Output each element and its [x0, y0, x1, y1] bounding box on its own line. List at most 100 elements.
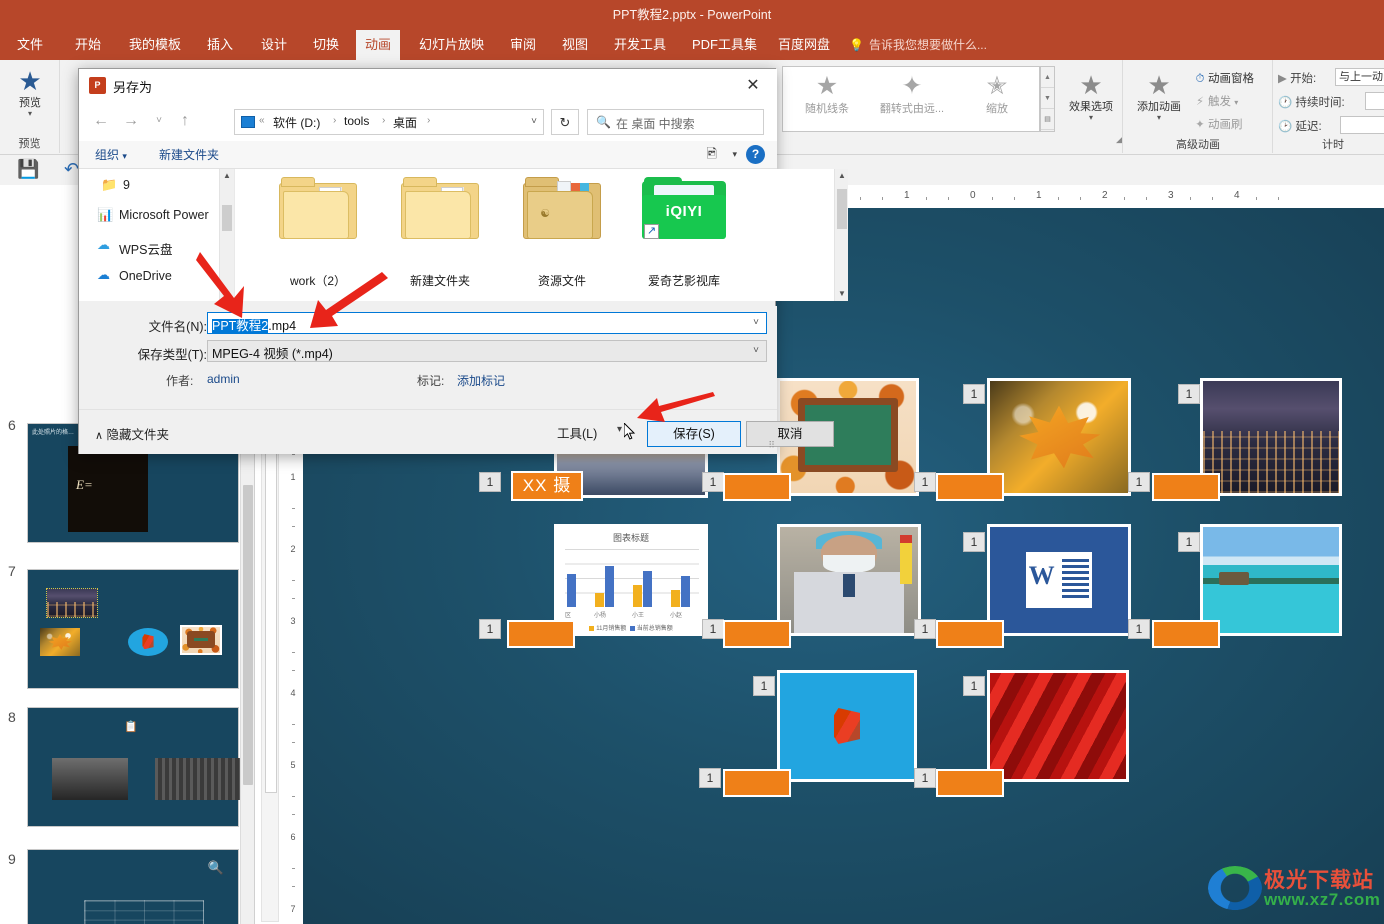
tags-value[interactable]: 添加标记 — [457, 372, 505, 389]
filename-chevron-down-icon[interactable]: ˅ — [753, 317, 759, 328]
orange-bar-maple[interactable] — [936, 473, 1004, 501]
animation-painter-button[interactable]: ✦ 动画刷 — [1192, 116, 1242, 132]
help-icon[interactable]: ? — [746, 145, 765, 164]
file-scroll-thumb[interactable] — [837, 189, 847, 229]
address-dropdown-chevron-icon[interactable]: ˅ — [531, 116, 537, 127]
breadcrumb-item-2[interactable]: 桌面 — [393, 114, 417, 131]
slide-thumbnail-9[interactable]: 🔍 — [27, 849, 239, 924]
nav-item-9[interactable]: 9 — [123, 178, 130, 192]
badge-mountain-right[interactable]: 1 — [702, 472, 724, 492]
red-silk-photo[interactable] — [987, 670, 1129, 782]
badge-office-left2[interactable]: 1 — [699, 768, 721, 788]
badge-chart-left2[interactable]: 1 — [479, 619, 501, 639]
cancel-button[interactable]: 取消 — [746, 421, 834, 447]
city-night-photo[interactable] — [1200, 378, 1342, 496]
badge-word-left[interactable]: 1 — [963, 532, 985, 552]
delay-value-input[interactable] — [1340, 116, 1384, 134]
badge-mountain-left[interactable]: 1 — [479, 472, 501, 492]
file-scroll-up-icon[interactable]: ▲ — [835, 169, 849, 183]
nav-scroll-thumb[interactable] — [222, 205, 232, 231]
savetype-select[interactable]: MPEG-4 视频 (*.mp4) ˅ — [207, 340, 767, 362]
slide-thumbnail-7[interactable] — [27, 569, 239, 689]
add-animation-button[interactable]: ★ 添加动画 ▾ — [1128, 70, 1190, 122]
beach-photo[interactable] — [1200, 524, 1342, 636]
doctor-photo[interactable] — [777, 524, 921, 636]
nav-item-microsoft-powerpoint[interactable]: Microsoft Power — [119, 208, 209, 222]
gallery-scroll-down-icon[interactable]: ▼ — [1041, 88, 1054, 109]
nav-item-wps-cloud[interactable]: WPS云盘 — [119, 239, 172, 258]
tab-animations[interactable]: 动画 — [356, 30, 401, 60]
tab-view[interactable]: 视图 — [553, 30, 597, 60]
file-item-iqiyi[interactable]: iQIYI ↗ 爱奇艺影视库 — [629, 177, 739, 295]
tab-pdf-tools[interactable]: PDF工具集 — [683, 30, 766, 60]
orange-bar-chart[interactable] — [507, 620, 575, 648]
animation-zoom[interactable]: ✭ 缩放 — [955, 69, 1039, 116]
animation-gallery[interactable]: ★ 随机线条 ✦ 翻转式由远... ✭ 缩放 — [782, 66, 1040, 132]
refresh-button[interactable]: ↻ — [551, 109, 579, 135]
address-bar[interactable]: « 软件 (D:) › tools › 桌面 › ˅ — [234, 109, 544, 135]
preview-button[interactable]: ★ 预览 ▾ — [2, 66, 58, 118]
tab-baidu-netdisk[interactable]: 百度网盘 — [769, 30, 839, 60]
effect-options-button[interactable]: ★ 效果选项 ▾ — [1060, 70, 1122, 122]
breadcrumb-item-0[interactable]: 软件 (D:) — [273, 114, 320, 131]
thumbnail-scroll-thumb[interactable] — [243, 485, 253, 785]
nav-item-onedrive[interactable]: OneDrive — [119, 269, 172, 283]
office-logo-photo[interactable] — [777, 670, 917, 782]
tab-insert[interactable]: 插入 — [198, 30, 242, 60]
badge-silk-left[interactable]: 1 — [963, 676, 985, 696]
orange-bar-doctor[interactable] — [723, 620, 791, 648]
orange-bar-board[interactable] — [723, 473, 791, 501]
file-list-scrollbar[interactable]: ▲ ▼ — [834, 169, 848, 301]
gallery-scrollbar[interactable]: ▲ ▼ ▤ — [1040, 66, 1055, 132]
chart-image[interactable]: 图表标题 区 小杨 小王 小赵 11月销售额 当前总销售额 — [554, 524, 708, 636]
hide-folders-button[interactable]: ∧ 隐藏文件夹 — [95, 424, 169, 443]
file-item-resource[interactable]: ☯ 资源文件 — [507, 177, 617, 295]
close-icon[interactable]: ✕ — [739, 75, 767, 97]
breadcrumb-item-1[interactable]: tools — [344, 114, 369, 128]
forward-icon[interactable]: → — [121, 112, 141, 130]
back-icon[interactable]: ← — [91, 112, 111, 130]
view-layout-icon[interactable]: 🖻 — [707, 145, 717, 167]
tab-developer[interactable]: 开发工具 — [605, 30, 675, 60]
maple-leaf-photo[interactable] — [987, 378, 1131, 496]
file-scroll-down-icon[interactable]: ▼ — [835, 287, 849, 301]
badge-office-left[interactable]: 1 — [753, 676, 775, 696]
animation-flip-from-far[interactable]: ✦ 翻转式由远... — [870, 69, 954, 116]
xx-photography-caption[interactable]: XX 摄 — [511, 471, 583, 501]
preview-chevron-down-icon[interactable]: ▾ — [2, 110, 58, 118]
tab-design[interactable]: 设计 — [252, 30, 296, 60]
tab-review[interactable]: 审阅 — [501, 30, 545, 60]
word-logo-photo[interactable]: W — [987, 524, 1131, 636]
orange-bar-word[interactable] — [936, 620, 1004, 648]
save-icon[interactable]: 💾 — [17, 159, 39, 180]
tab-file[interactable]: 文件 — [8, 30, 52, 60]
tools-chevron-down-icon[interactable]: ▾ — [617, 424, 622, 435]
tab-slideshow[interactable]: 幻灯片放映 — [410, 30, 493, 60]
animation-pane-button[interactable]: ⏱ 动画窗格 — [1192, 70, 1255, 86]
filename-input[interactable]: PPT教程2.mp4 ˅ — [207, 312, 767, 334]
orange-bar-city[interactable] — [1152, 473, 1220, 501]
search-box[interactable]: 🔍 在 桌面 中搜索 — [587, 109, 764, 135]
badge-beach-left[interactable]: 1 — [1178, 532, 1200, 552]
up-icon[interactable]: ↑ — [175, 112, 195, 130]
tools-button[interactable]: 工具(L) — [557, 423, 597, 442]
trigger-button[interactable]: ⚡ 触发 ▾ — [1192, 93, 1238, 109]
organize-button[interactable]: 组织 ▾ — [95, 146, 127, 163]
author-value[interactable]: admin — [207, 372, 240, 386]
slide-thumbnail-8[interactable]: 📋 — [27, 707, 243, 827]
badge-maple-left[interactable]: 1 — [963, 384, 985, 404]
view-chevron-down-icon[interactable]: ▾ — [732, 149, 737, 160]
effect-options-chevron-down-icon[interactable]: ▾ — [1060, 114, 1122, 122]
gallery-more-icon[interactable]: ▤ — [1041, 109, 1054, 130]
badge-city-left[interactable]: 1 — [1178, 384, 1200, 404]
gallery-scroll-up-icon[interactable]: ▲ — [1041, 67, 1054, 88]
tab-my-templates[interactable]: 我的模板 — [120, 30, 190, 60]
badge-doctor-right[interactable]: 1 — [914, 619, 936, 639]
add-animation-chevron-down-icon[interactable]: ▾ — [1128, 114, 1190, 122]
badge-maple-right[interactable]: 1 — [1128, 472, 1150, 492]
badge-chart-right[interactable]: 1 — [702, 619, 724, 639]
resize-grip-icon[interactable]: ⠿ — [768, 440, 775, 451]
tab-home[interactable]: 开始 — [66, 30, 110, 60]
tab-transitions[interactable]: 切换 — [304, 30, 348, 60]
badge-word-right[interactable]: 1 — [1128, 619, 1150, 639]
